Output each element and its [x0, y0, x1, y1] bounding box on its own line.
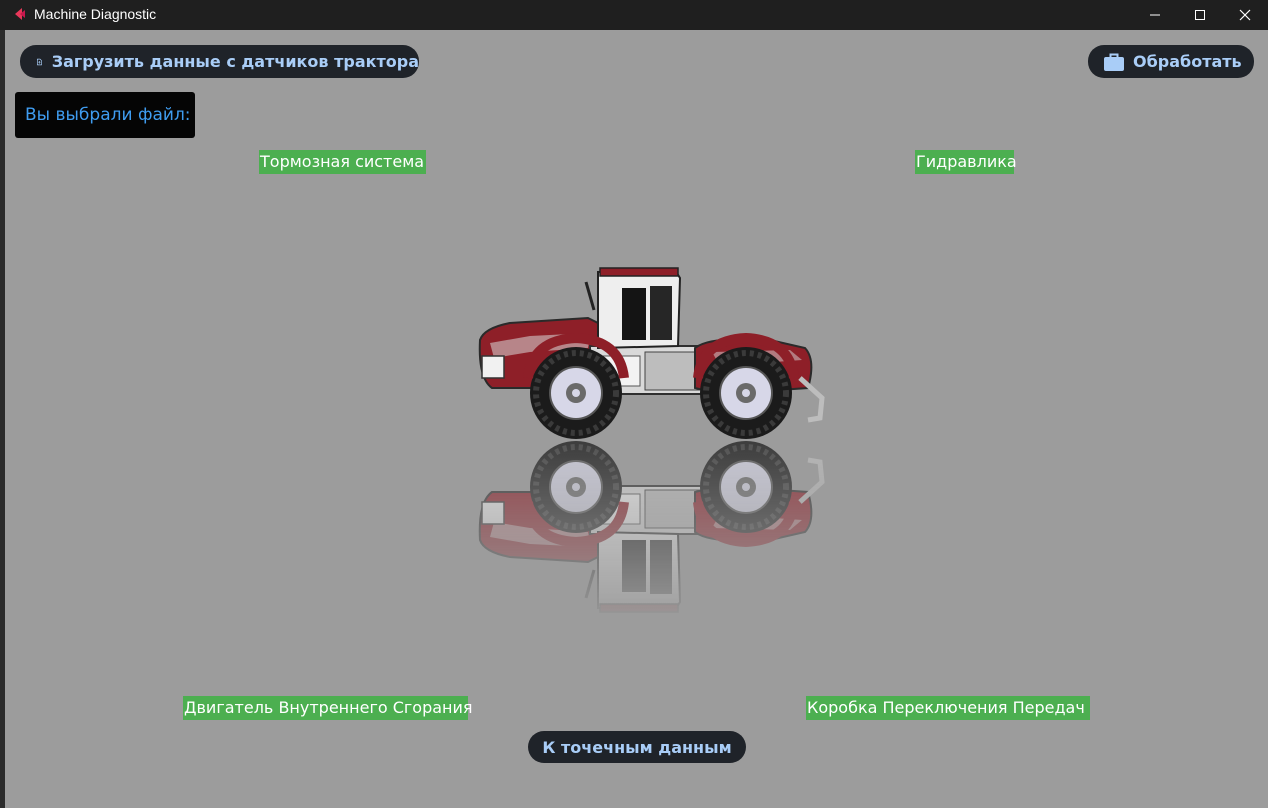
maximize-icon: [1195, 10, 1205, 20]
selected-file-label: Вы выбрали файл:: [15, 92, 195, 138]
process-button[interactable]: Обработать: [1088, 45, 1254, 78]
engine-label[interactable]: Двигатель Внутреннего Сгорания: [183, 696, 473, 720]
file-upload-icon: [37, 58, 42, 65]
window-title: Machine Diagnostic: [34, 6, 157, 22]
close-icon: [1239, 9, 1251, 21]
maximize-button[interactable]: [1177, 0, 1223, 30]
app-logo-icon: [15, 8, 25, 20]
title-bar: Machine Diagnostic: [0, 0, 1268, 30]
close-button[interactable]: [1222, 0, 1268, 30]
process-button-label: Обработать: [1133, 52, 1242, 71]
upload-sensor-data-button[interactable]: Загрузить данные с датчиков трактора: [20, 45, 419, 78]
point-data-button[interactable]: К точечным данным: [528, 731, 746, 763]
briefcase-icon: [1104, 53, 1124, 71]
gearbox-label[interactable]: Коробка Переключения Передач: [806, 696, 1090, 720]
minimize-button[interactable]: [1132, 0, 1178, 30]
tractor-image: [470, 248, 832, 628]
minimize-icon: [1150, 14, 1160, 16]
point-data-button-label: К точечным данным: [542, 737, 732, 757]
upload-button-label: Загрузить данные с датчиков трактора: [51, 52, 419, 71]
hydraulics-label[interactable]: Гидравлика: [915, 150, 1017, 174]
brake-system-label[interactable]: Тормозная система: [259, 150, 426, 174]
